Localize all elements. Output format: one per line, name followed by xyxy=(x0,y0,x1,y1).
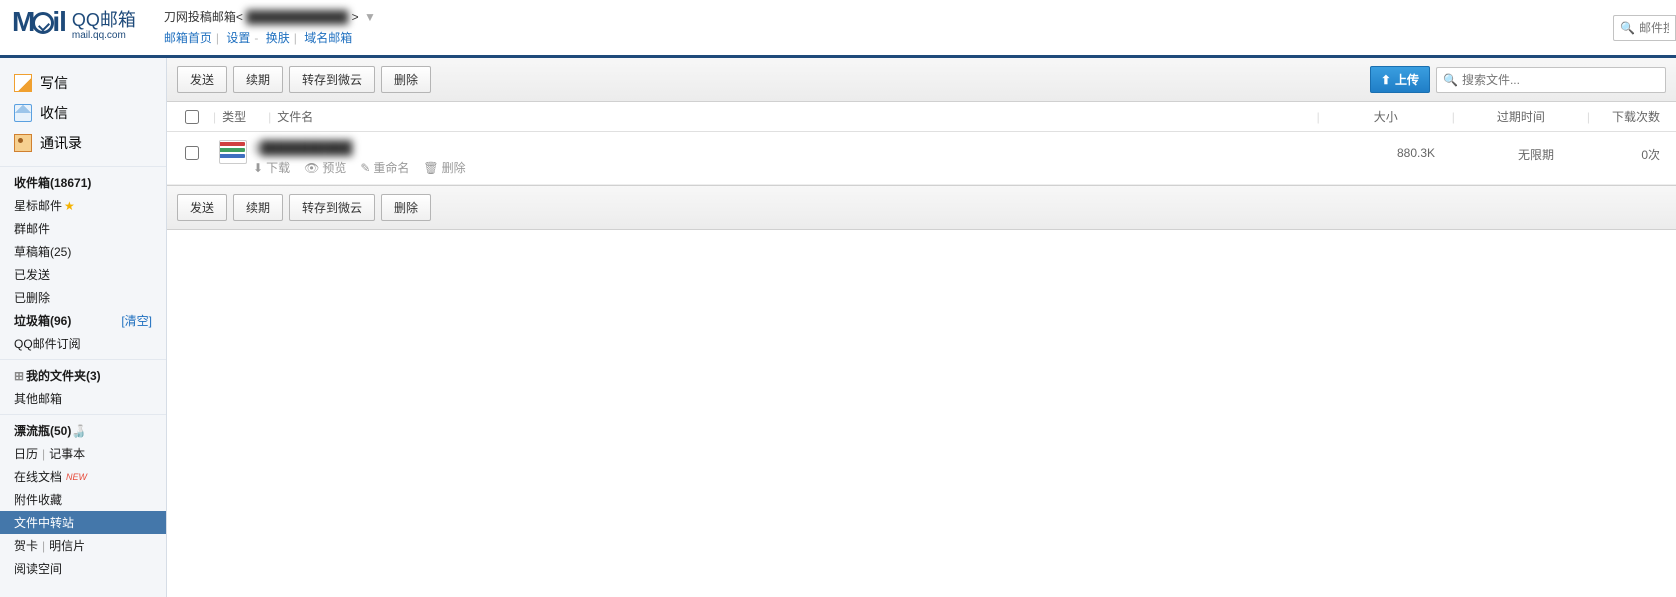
col-name[interactable]: 文件名 xyxy=(277,108,1310,125)
sidebar-postcards[interactable]: 明信片 xyxy=(49,537,85,554)
toolbar-top: 发送 续期 转存到微云 删除 ⬆上传 🔍 xyxy=(167,58,1676,102)
eye-icon: 👁 xyxy=(304,161,319,175)
logo-title: QQ邮箱 xyxy=(72,10,136,30)
logo-mark: Mil xyxy=(12,6,66,38)
op-delete[interactable]: 🗑删除 xyxy=(423,159,465,176)
app-header: Mil QQ邮箱 mail.qq.com 刀网投稿邮箱< ███████████… xyxy=(0,0,1676,58)
send-button-bottom[interactable]: 发送 xyxy=(177,194,227,221)
sidebar-cards[interactable]: 贺卡 xyxy=(14,537,38,554)
col-size[interactable]: 大小 xyxy=(1326,108,1446,125)
logo-check-icon xyxy=(32,12,54,34)
logo-subtitle: mail.qq.com xyxy=(72,30,136,41)
expand-icon: ⊞ xyxy=(14,369,24,383)
sidebar-online-doc[interactable]: 在线文档NEW xyxy=(0,465,166,488)
sidebar-group-mail[interactable]: 群邮件 xyxy=(0,217,166,240)
col-expire[interactable]: 过期时间 xyxy=(1461,108,1581,125)
op-preview[interactable]: 👁预览 xyxy=(304,159,346,176)
renew-button-bottom[interactable]: 续期 xyxy=(233,194,283,221)
new-badge: NEW xyxy=(66,472,87,482)
file-search[interactable]: 🔍 xyxy=(1436,67,1666,93)
sidebar-other-mail[interactable]: 其他邮箱 xyxy=(0,387,166,410)
sidebar-attach-fav[interactable]: 附件收藏 xyxy=(0,488,166,511)
delete-button[interactable]: 删除 xyxy=(381,66,431,93)
account-suffix: > xyxy=(352,10,359,24)
mail-search-input[interactable] xyxy=(1639,21,1669,35)
sidebar: 写信 收信 通讯录 收件箱(18671) 星标邮件★ 群邮件 草稿箱(25) 已… xyxy=(0,58,167,597)
sidebar-compose[interactable]: 写信 xyxy=(0,68,166,98)
caret-down-icon: ▼ xyxy=(364,10,376,24)
inbox-icon xyxy=(14,104,32,122)
sidebar-sent[interactable]: 已发送 xyxy=(0,263,166,286)
nav-domain-mail[interactable]: 域名邮箱 xyxy=(304,31,352,45)
save-weiyun-button-bottom[interactable]: 转存到微云 xyxy=(289,194,375,221)
sidebar-contacts[interactable]: 通讯录 xyxy=(0,128,166,158)
search-icon: 🔍 xyxy=(1620,21,1635,35)
file-name[interactable]: 1██████████ xyxy=(253,140,1356,155)
upload-icon: ⬆ xyxy=(1381,73,1391,87)
trash-icon: 🗑 xyxy=(423,161,438,175)
sidebar-file-station[interactable]: 文件中转站 xyxy=(0,511,166,534)
header-info: 刀网投稿邮箱< ████████████ > ▼ 邮箱首页| 设置- 换肤| 域… xyxy=(164,6,376,46)
sidebar-calendar[interactable]: 日历 xyxy=(14,445,38,462)
nav-home[interactable]: 邮箱首页 xyxy=(164,31,212,45)
renew-button[interactable]: 续期 xyxy=(233,66,283,93)
sidebar-cards-postcards: 贺卡|明信片 xyxy=(0,534,166,557)
sidebar-receive[interactable]: 收信 xyxy=(0,98,166,128)
account-email-masked: ████████████ xyxy=(246,10,348,24)
compose-icon xyxy=(14,74,32,92)
op-download[interactable]: ⬇下载 xyxy=(253,159,290,176)
sidebar-read-space[interactable]: 阅读空间 xyxy=(0,557,166,580)
sidebar-starred[interactable]: 星标邮件★ xyxy=(0,194,166,217)
file-search-input[interactable] xyxy=(1462,73,1659,87)
account-prefix: 刀网投稿邮箱< xyxy=(164,10,243,24)
account-switcher[interactable]: 刀网投稿邮箱< ████████████ > ▼ xyxy=(164,8,376,25)
save-weiyun-button[interactable]: 转存到微云 xyxy=(289,66,375,93)
sidebar-deleted[interactable]: 已删除 xyxy=(0,286,166,309)
nav-settings[interactable]: 设置 xyxy=(226,31,250,45)
sidebar-inbox[interactable]: 收件箱(18671) xyxy=(0,171,166,194)
delete-button-bottom[interactable]: 删除 xyxy=(381,194,431,221)
star-icon: ★ xyxy=(64,199,75,213)
sidebar-notes[interactable]: 记事本 xyxy=(49,445,85,462)
row-checkbox[interactable] xyxy=(185,146,199,160)
sidebar-drift-bottle[interactable]: 漂流瓶(50)🍶 xyxy=(0,419,166,442)
download-icon: ⬇ xyxy=(253,161,263,175)
send-button[interactable]: 发送 xyxy=(177,66,227,93)
pencil-icon: ✎ xyxy=(360,161,370,175)
sidebar-calendar-notes: 日历|记事本 xyxy=(0,442,166,465)
header-nav: 邮箱首页| 设置- 换肤| 域名邮箱 xyxy=(164,29,376,46)
file-dlcount: 0次 xyxy=(1596,140,1666,163)
main-panel: 发送 续期 转存到微云 删除 ⬆上传 🔍 | 类型 | 文件名 | 大小 | 过… xyxy=(167,58,1676,597)
select-all-checkbox[interactable] xyxy=(185,110,199,124)
col-type[interactable]: 类型 xyxy=(222,108,262,125)
sidebar-my-folders[interactable]: ⊞我的文件夹(3) xyxy=(0,364,166,387)
file-size: 880.3K xyxy=(1356,140,1476,160)
mail-search[interactable]: 🔍 xyxy=(1613,15,1676,41)
nav-skin[interactable]: 换肤 xyxy=(266,31,290,45)
file-expire: 无限期 xyxy=(1476,140,1596,163)
sidebar-drafts[interactable]: 草稿箱(25) xyxy=(0,240,166,263)
file-row: 1██████████ ⬇下载 👁预览 ✎重命名 🗑删除 880.3K 无限期 … xyxy=(167,132,1676,185)
table-head: | 类型 | 文件名 | 大小 | 过期时间 | 下载次数 xyxy=(167,102,1676,132)
search-icon: 🔍 xyxy=(1443,73,1458,87)
file-type-icon xyxy=(219,140,247,164)
col-dlcount[interactable]: 下载次数 xyxy=(1596,108,1666,125)
op-rename[interactable]: ✎重命名 xyxy=(360,159,409,176)
sidebar-subscribe[interactable]: QQ邮件订阅 xyxy=(0,332,166,355)
logo[interactable]: Mil QQ邮箱 mail.qq.com xyxy=(12,6,136,41)
contacts-icon xyxy=(14,134,32,152)
sidebar-trash-clear[interactable]: [清空] xyxy=(121,312,152,329)
upload-button[interactable]: ⬆上传 xyxy=(1370,66,1430,93)
sidebar-trash[interactable]: 垃圾箱(96)[清空] xyxy=(0,309,166,332)
bottle-icon: 🍶 xyxy=(71,424,86,438)
file-ops: ⬇下载 👁预览 ✎重命名 🗑删除 xyxy=(253,159,1356,176)
toolbar-bottom: 发送 续期 转存到微云 删除 xyxy=(167,185,1676,230)
